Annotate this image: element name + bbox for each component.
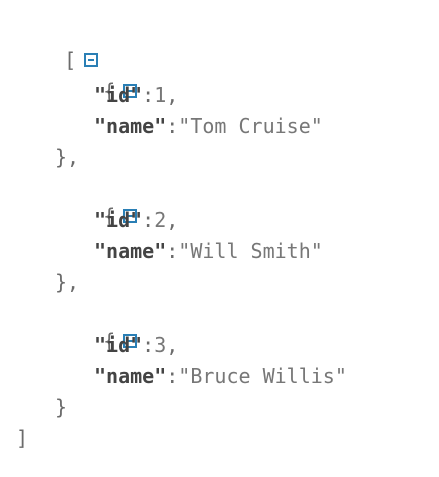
field-value: "Will Smith": [178, 239, 323, 263]
field-key: "name": [94, 239, 167, 263]
root-array-close-line: ]: [16, 424, 28, 452]
object-close-brace: },: [55, 145, 80, 169]
field-comma: ,: [166, 83, 179, 107]
field-key: "id": [94, 83, 143, 107]
field-value: 3: [154, 333, 167, 357]
field-separator: :: [166, 114, 179, 138]
field-line-name-3: "name":"Bruce Willis": [94, 362, 347, 390]
field-separator: :: [142, 83, 155, 107]
object-close-line-3: }: [55, 393, 67, 421]
object-close-brace: }: [55, 395, 68, 419]
field-line-id-3: "id":3,: [94, 331, 178, 359]
field-key: "id": [94, 333, 143, 357]
object-open-line-1: {: [55, 49, 138, 103]
field-key: "name": [94, 114, 167, 138]
field-line-id-1: "id":1,: [94, 81, 178, 109]
field-line-name-1: "name":"Tom Cruise": [94, 112, 323, 140]
object-open-line-2: {: [55, 174, 138, 228]
object-close-brace: },: [55, 270, 80, 294]
object-close-line-2: },: [55, 268, 79, 296]
field-value: "Bruce Willis": [178, 364, 347, 388]
root-close-bracket: ]: [16, 426, 29, 450]
root-array-open-line: [: [16, 18, 99, 72]
field-comma: ,: [166, 208, 179, 232]
field-separator: :: [142, 333, 155, 357]
object-open-line-3: {: [55, 299, 138, 353]
field-key: "id": [94, 208, 143, 232]
field-line-id-2: "id":2,: [94, 206, 178, 234]
field-separator: :: [166, 364, 179, 388]
field-comma: ,: [166, 333, 179, 357]
field-separator: :: [166, 239, 179, 263]
field-value: 2: [154, 208, 167, 232]
field-key: "name": [94, 364, 167, 388]
field-line-name-2: "name":"Will Smith": [94, 237, 323, 265]
field-value: "Tom Cruise": [178, 114, 323, 138]
field-value: 1: [154, 83, 167, 107]
object-close-line-1: },: [55, 143, 79, 171]
field-separator: :: [142, 208, 155, 232]
json-viewer: [ { "id":1, "name":"Tom Cruise" }, { "id…: [0, 0, 439, 477]
